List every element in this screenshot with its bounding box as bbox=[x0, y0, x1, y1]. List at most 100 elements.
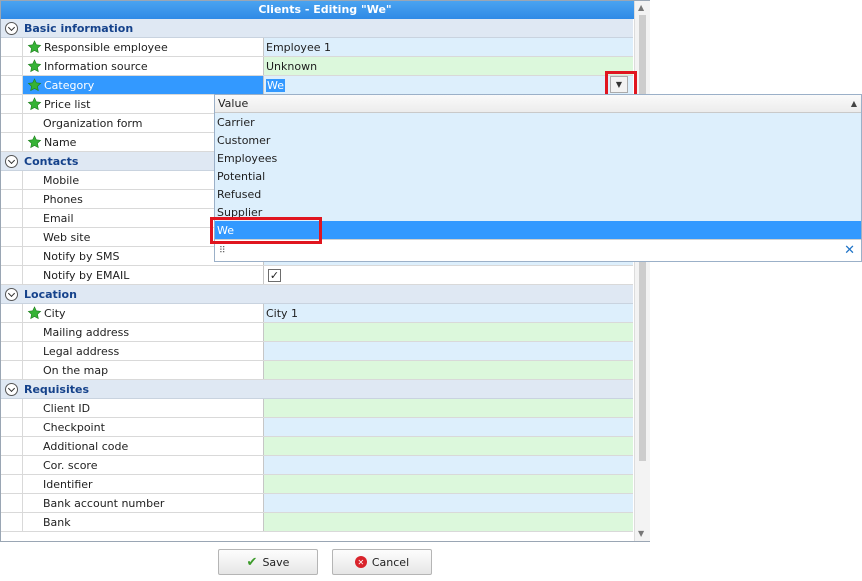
cancel-circle-icon: ✕ bbox=[354, 556, 367, 568]
field-label-text: Cor. score bbox=[43, 458, 98, 472]
collapse-circle-icon[interactable] bbox=[5, 21, 18, 35]
field-value-information-source[interactable]: Unknown bbox=[264, 57, 633, 75]
field-value-responsible-employee[interactable]: Employee 1 bbox=[264, 38, 633, 56]
collapse-circle-icon[interactable] bbox=[5, 287, 18, 301]
row-gutter bbox=[1, 456, 23, 474]
field-row-identifier[interactable]: Identifier bbox=[1, 475, 633, 494]
dropdown-item-employees[interactable]: Employees bbox=[215, 149, 861, 167]
field-label: Identifier bbox=[23, 475, 264, 493]
field-row-additional-code[interactable]: Additional code bbox=[1, 437, 633, 456]
field-row-category[interactable]: Category We bbox=[1, 76, 633, 95]
field-value-on-the-map[interactable] bbox=[264, 361, 633, 379]
green-star-icon bbox=[27, 135, 42, 149]
field-row-client-id[interactable]: Client ID bbox=[1, 399, 633, 418]
client-edit-window: Clients - Editing "We" Basic information… bbox=[0, 0, 650, 542]
field-row-bank-account-number[interactable]: Bank account number bbox=[1, 494, 633, 513]
green-star-icon bbox=[27, 78, 42, 92]
resize-grip-icon[interactable]: ⠿ bbox=[219, 246, 226, 256]
field-label-text: Bank bbox=[43, 515, 71, 529]
field-label-text: Name bbox=[44, 135, 77, 149]
sort-ascending-icon[interactable]: ▲ bbox=[851, 99, 857, 108]
scroll-down-icon[interactable]: ▼ bbox=[638, 529, 644, 538]
close-icon[interactable]: ✕ bbox=[844, 243, 855, 258]
field-label: Responsible employee bbox=[23, 38, 264, 56]
field-label-text: Mobile bbox=[43, 173, 80, 187]
field-row-information-source[interactable]: Information source Unknown bbox=[1, 57, 633, 76]
field-row-notify-by-email[interactable]: Notify by EMAIL ✓ bbox=[1, 266, 633, 285]
field-value-city[interactable]: City 1 bbox=[264, 304, 633, 322]
section-requisites[interactable]: Requisites bbox=[1, 380, 633, 399]
field-label-text: Phones bbox=[43, 192, 83, 206]
window-title: Clients - Editing "We" bbox=[1, 1, 649, 19]
row-gutter bbox=[1, 114, 23, 132]
collapse-circle-icon[interactable] bbox=[5, 382, 18, 396]
dropdown-item-carrier[interactable]: Carrier bbox=[215, 113, 861, 131]
field-value-notify-by-email[interactable]: ✓ bbox=[264, 266, 633, 284]
field-label-text: Web site bbox=[43, 230, 91, 244]
field-label-text: Notify by SMS bbox=[43, 249, 120, 263]
field-row-cor-score[interactable]: Cor. score bbox=[1, 456, 633, 475]
field-row-checkpoint[interactable]: Checkpoint bbox=[1, 418, 633, 437]
section-title: Location bbox=[24, 287, 77, 301]
field-value-checkpoint[interactable] bbox=[264, 418, 633, 436]
dialog-footer: ✔ Save ✕ Cancel bbox=[0, 542, 650, 581]
section-basic-information[interactable]: Basic information bbox=[1, 19, 633, 38]
row-gutter bbox=[1, 57, 23, 75]
dropdown-item-potential[interactable]: Potential bbox=[215, 167, 861, 185]
save-button-label: Save bbox=[262, 555, 290, 569]
field-value-mailing-address[interactable] bbox=[264, 323, 633, 341]
field-label-text: Notify by EMAIL bbox=[43, 268, 130, 282]
field-label-text: City bbox=[44, 306, 66, 320]
field-label: City bbox=[23, 304, 264, 322]
field-value-bank[interactable] bbox=[264, 513, 633, 531]
field-value-additional-code[interactable] bbox=[264, 437, 633, 455]
field-row-on-the-map[interactable]: On the map bbox=[1, 361, 633, 380]
dropdown-header-label: Value bbox=[218, 97, 249, 110]
collapse-circle-icon[interactable] bbox=[5, 154, 18, 168]
field-row-responsible-employee[interactable]: Responsible employee Employee 1 bbox=[1, 38, 633, 57]
field-label: Notify by EMAIL bbox=[23, 266, 264, 284]
field-label-text: Identifier bbox=[43, 477, 93, 491]
field-value-identifier[interactable] bbox=[264, 475, 633, 493]
field-label-text: Information source bbox=[44, 59, 148, 73]
field-label-text: Price list bbox=[44, 97, 91, 111]
field-row-bank[interactable]: Bank bbox=[1, 513, 633, 532]
section-title: Contacts bbox=[24, 154, 79, 168]
dropdown-item-refused[interactable]: Refused bbox=[215, 185, 861, 203]
dropdown-header[interactable]: Value ▲ bbox=[215, 95, 861, 113]
green-star-icon bbox=[27, 40, 42, 54]
dropdown-item-customer[interactable]: Customer bbox=[215, 131, 861, 149]
field-label: Bank bbox=[23, 513, 264, 531]
field-label: Additional code bbox=[23, 437, 264, 455]
cancel-button[interactable]: ✕ Cancel bbox=[332, 549, 432, 575]
field-label-text: Email bbox=[43, 211, 74, 225]
field-value-legal-address[interactable] bbox=[264, 342, 633, 360]
field-value-text: We bbox=[266, 78, 285, 92]
field-label-text: Organization form bbox=[43, 116, 143, 130]
checkbox[interactable]: ✓ bbox=[268, 268, 281, 282]
field-label: Bank account number bbox=[23, 494, 264, 512]
field-value-cor-score[interactable] bbox=[264, 456, 633, 474]
field-value-client-id[interactable] bbox=[264, 399, 633, 417]
field-value-category[interactable]: We bbox=[264, 76, 633, 94]
row-gutter bbox=[1, 190, 23, 208]
section-title: Basic information bbox=[24, 21, 134, 35]
section-location[interactable]: Location bbox=[1, 285, 633, 304]
section-title: Requisites bbox=[24, 382, 89, 396]
row-gutter bbox=[1, 171, 23, 189]
row-gutter bbox=[1, 133, 23, 151]
save-button[interactable]: ✔ Save bbox=[218, 549, 318, 575]
field-label-text: Category bbox=[44, 78, 95, 92]
field-label-text: Legal address bbox=[43, 344, 120, 358]
field-row-city[interactable]: City City 1 bbox=[1, 304, 633, 323]
scroll-up-icon[interactable]: ▲ bbox=[638, 3, 644, 12]
field-value-bank-account-number[interactable] bbox=[264, 494, 633, 512]
field-row-legal-address[interactable]: Legal address bbox=[1, 342, 633, 361]
field-label: Checkpoint bbox=[23, 418, 264, 436]
row-gutter bbox=[1, 494, 23, 512]
field-label-text: Checkpoint bbox=[43, 420, 105, 434]
field-row-mailing-address[interactable]: Mailing address bbox=[1, 323, 633, 342]
field-value-text: Employee 1 bbox=[266, 40, 331, 54]
row-gutter bbox=[1, 209, 23, 227]
green-star-icon bbox=[27, 97, 42, 111]
